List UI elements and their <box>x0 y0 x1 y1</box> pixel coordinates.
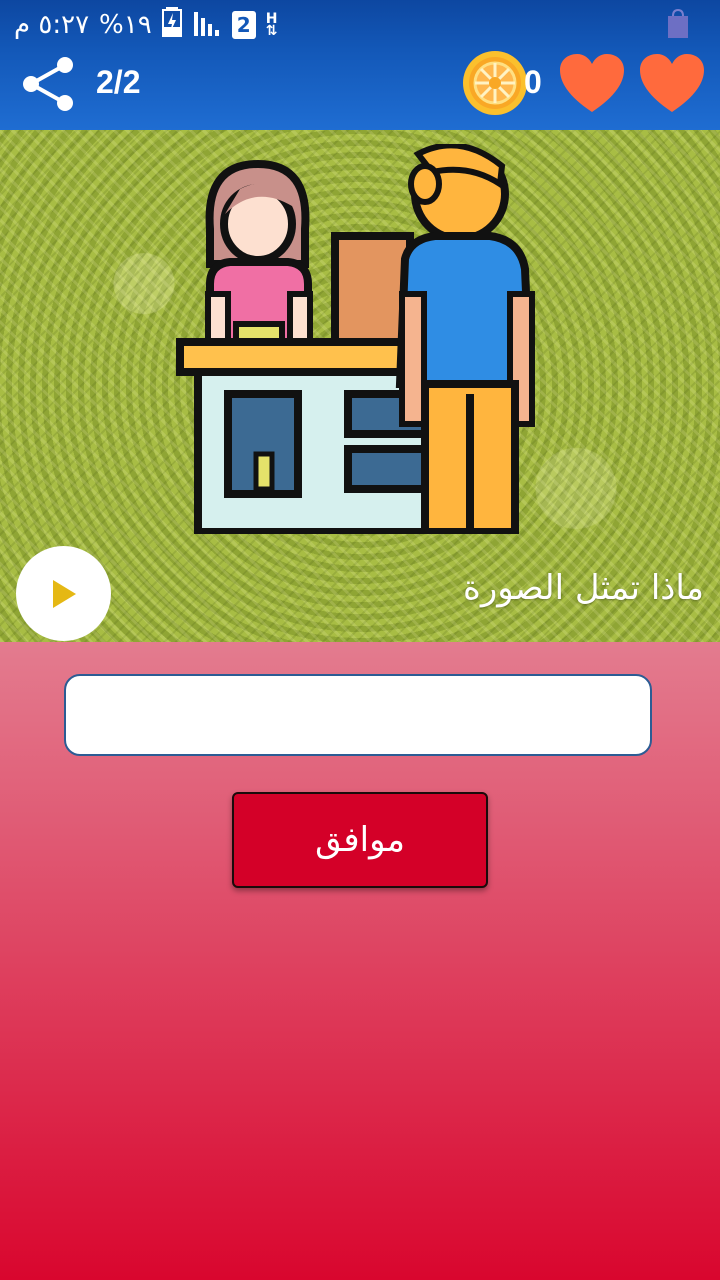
ok-button[interactable]: موافق <box>232 792 488 888</box>
level-counter: 2/2 <box>96 64 141 100</box>
share-icon <box>23 57 73 111</box>
battery-percent: %١٩ <box>99 10 152 40</box>
heart-icon <box>560 54 624 112</box>
data-arrows-icon: ⇅ <box>265 23 278 39</box>
signal-icon <box>192 8 222 43</box>
play-icon <box>52 579 76 608</box>
question-image: ماذا تمثل الصورة <box>0 130 720 642</box>
play-button[interactable] <box>16 546 111 641</box>
clock: ٥:٢٧ م <box>14 10 90 40</box>
status-bar: ٥:٢٧ م %١٩ 2 H ⇅ <box>0 0 720 50</box>
coin-count: 0 <box>524 64 542 100</box>
battery-icon <box>161 6 182 44</box>
answer-input[interactable] <box>64 674 652 756</box>
sim-icon: 2 <box>231 11 256 39</box>
data-icon: H ⇅ <box>265 12 278 39</box>
share-button[interactable] <box>18 54 78 114</box>
app-bar: 2/2 0 <box>0 50 720 130</box>
heart-icon <box>640 54 704 112</box>
question-text: ماذا تمثل الصورة <box>463 568 704 608</box>
reception-illustration <box>176 144 535 534</box>
coin-icon <box>463 51 527 115</box>
sim-number: 2 <box>236 13 251 37</box>
shop-bag-icon <box>666 8 690 44</box>
status-left: ٥:٢٧ م %١٩ 2 H ⇅ <box>14 6 278 44</box>
